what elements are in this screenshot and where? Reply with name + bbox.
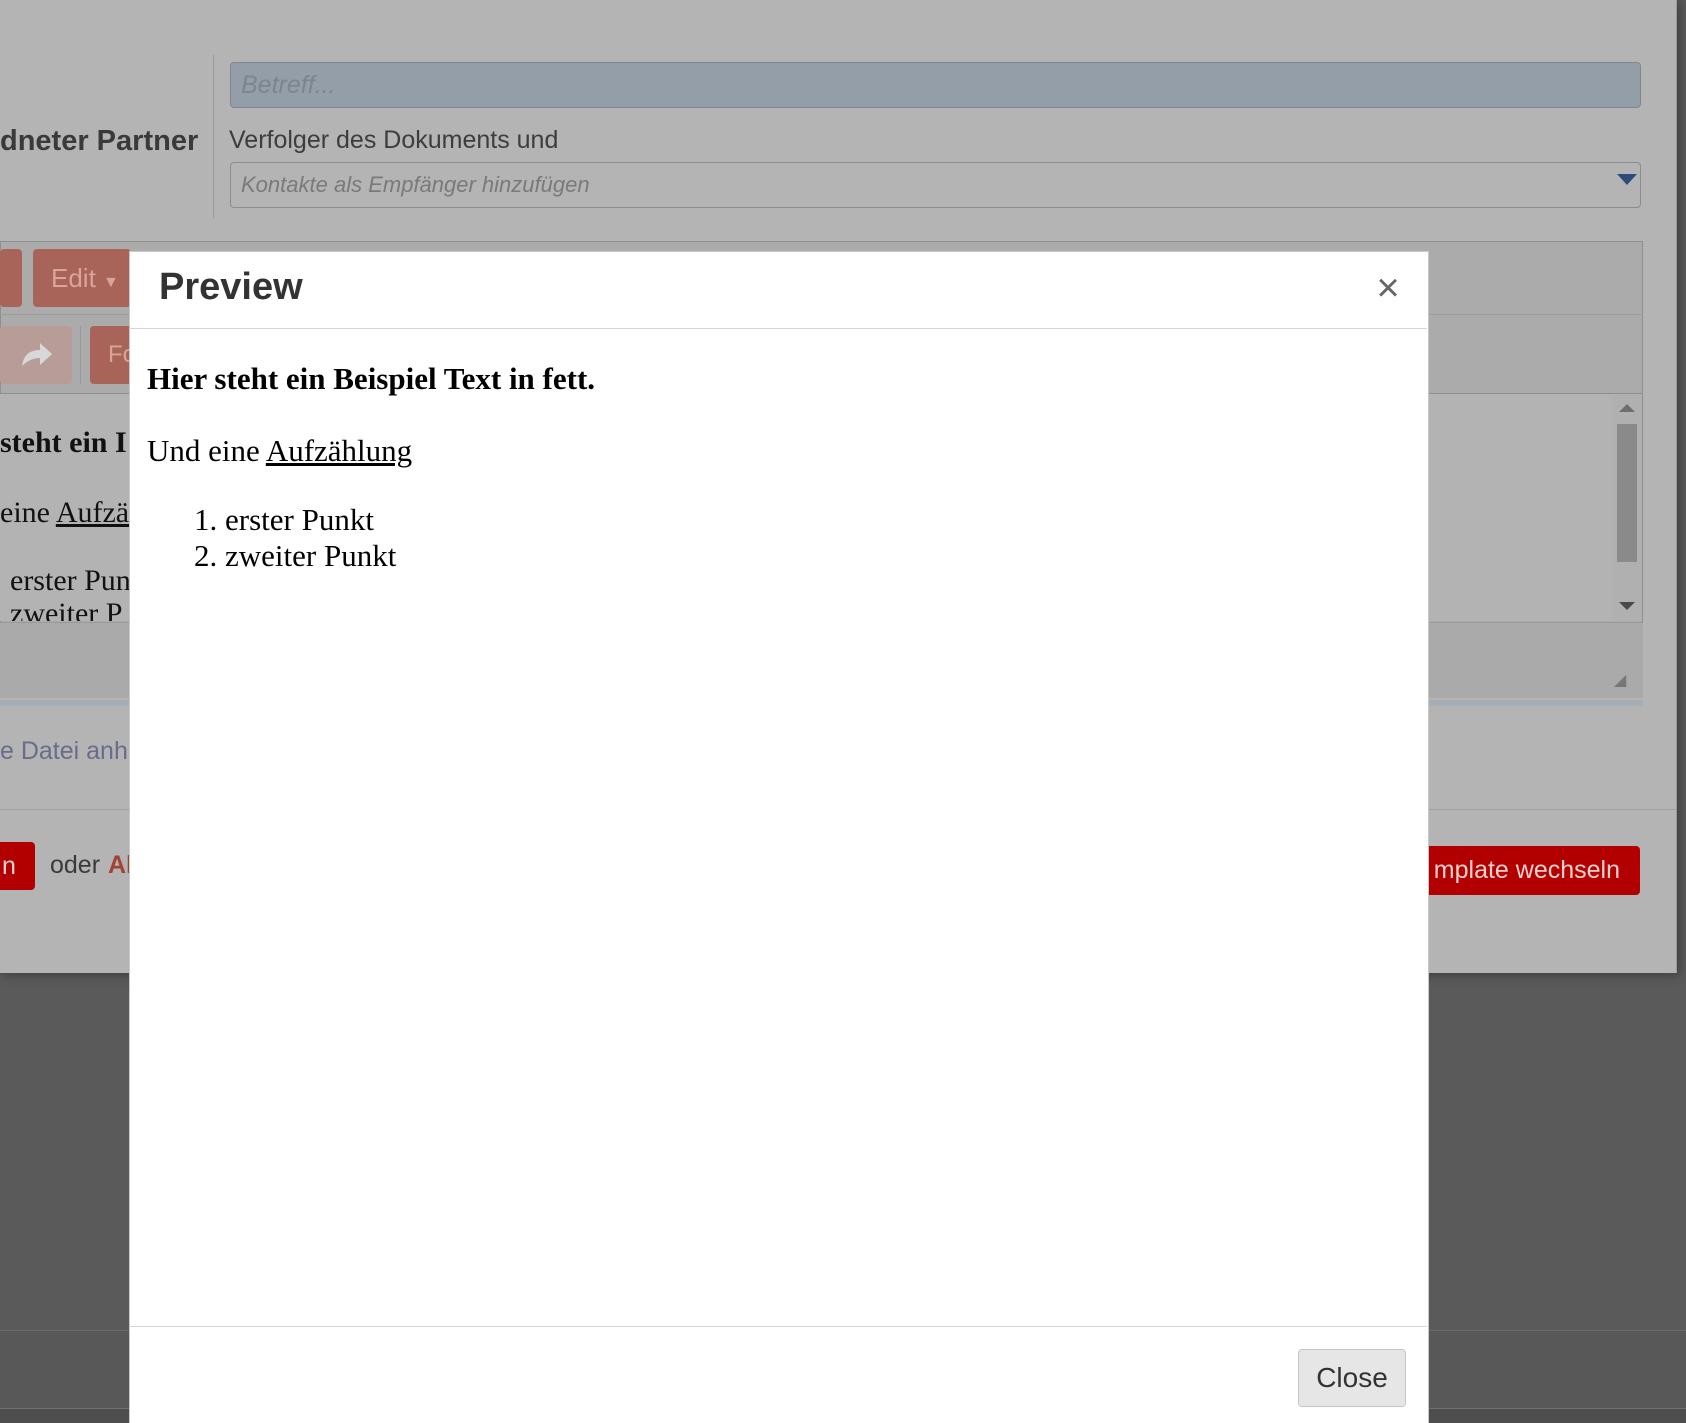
preview-paragraph: Und eine Aufzählung [147, 433, 412, 469]
scroll-up-icon[interactable] [1619, 404, 1635, 412]
menu-file-button[interactable] [0, 249, 22, 307]
chevron-down-icon[interactable] [1617, 174, 1637, 185]
partner-label: dneter Partner [0, 125, 199, 157]
redo-button[interactable] [0, 326, 72, 384]
attach-file-link[interactable]: e Datei anh [0, 737, 128, 766]
scroll-down-icon[interactable] [1619, 602, 1635, 610]
scrollbar-thumb[interactable] [1617, 424, 1637, 562]
redo-icon [22, 343, 52, 366]
modal-title: Preview [159, 266, 303, 308]
list-item: 1. erster Punkt [194, 502, 374, 538]
header-divider [213, 55, 214, 218]
list-item-text: zweiter Punkt [225, 538, 397, 573]
editor-link: Aufzä [55, 496, 130, 529]
close-button[interactable]: Close [1298, 1349, 1406, 1407]
close-x-icon[interactable]: × [1372, 268, 1404, 308]
editor-line-prefix: eine [0, 496, 56, 529]
editor-line: erster Pun [10, 564, 131, 597]
list-item-number: 1. [194, 502, 218, 537]
preview-modal [129, 251, 1429, 1423]
subject-input[interactable]: Betreff... [230, 62, 1641, 108]
caret-down-icon: ▼ [103, 274, 119, 291]
preview-bold-text: Hier steht ein Beispiel Text in fett. [147, 361, 596, 396]
editor-line: zweiter P [10, 597, 123, 621]
menu-edit-label: Edit [51, 263, 96, 293]
format-button[interactable]: Fo [90, 326, 136, 384]
editor-line: steht ein I [0, 426, 127, 459]
list-item-number: 2. [194, 538, 218, 573]
followers-label: Verfolger des Dokuments und [229, 126, 559, 154]
preview-underlined-text: Aufzählung [265, 433, 413, 468]
recipients-input[interactable]: Kontakte als Empfänger hinzufügen [230, 162, 1641, 208]
editor-line: eine Aufzä [0, 496, 129, 530]
menu-edit-button[interactable]: Edit ▼ [33, 249, 131, 307]
list-item-text: erster Punkt [225, 502, 374, 537]
modal-header-divider [129, 328, 1427, 329]
toolbar-divider [80, 326, 81, 384]
send-button[interactable]: n [0, 842, 35, 890]
list-item: 2. zweiter Punkt [194, 538, 396, 574]
resize-grip-icon[interactable]: ◢ [1614, 670, 1634, 690]
or-label: oder [50, 851, 101, 879]
modal-footer-divider [129, 1326, 1427, 1327]
preview-paragraph-prefix: Und eine [147, 433, 266, 468]
